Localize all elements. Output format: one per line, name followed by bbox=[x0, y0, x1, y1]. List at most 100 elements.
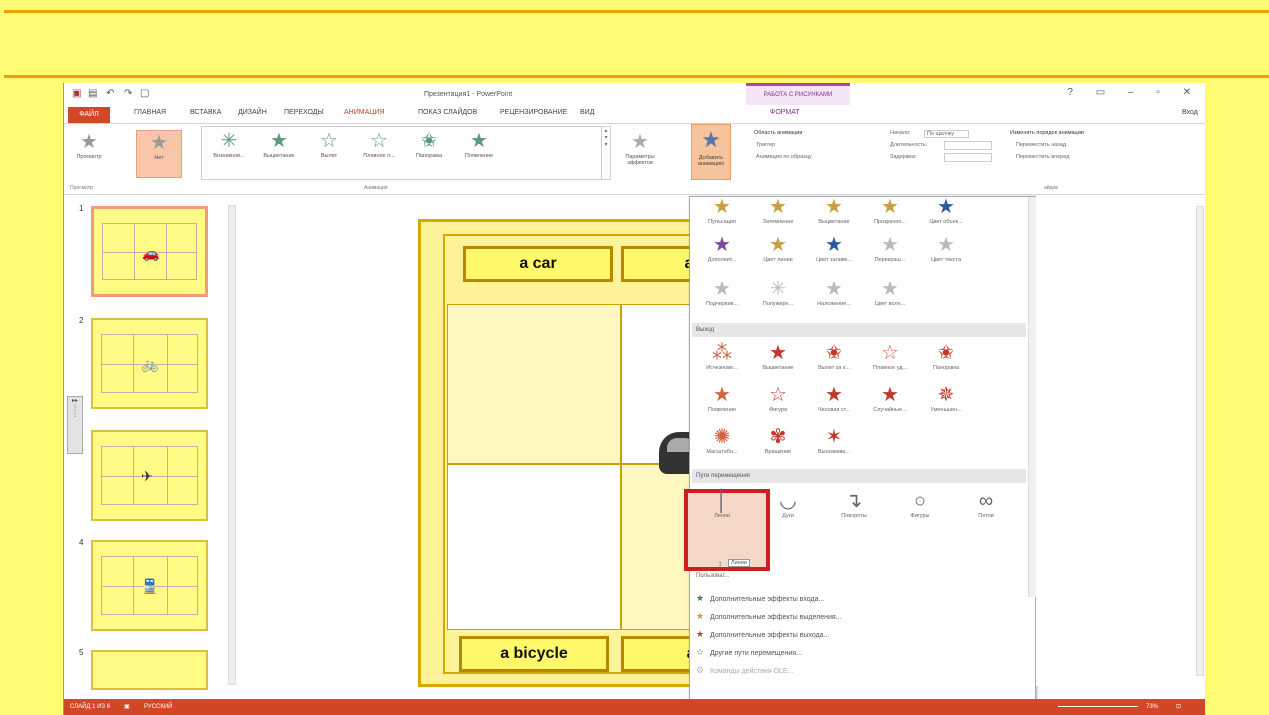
fill-color-star-icon: ★ bbox=[825, 234, 843, 256]
exit-zoom[interactable]: ✺ Масштабн... bbox=[694, 425, 750, 455]
font-color-star-icon: ★ bbox=[937, 234, 955, 256]
effect-darken[interactable]: ★ Затемнение bbox=[750, 195, 806, 225]
preview-button[interactable]: ★ Просмотр bbox=[66, 130, 112, 178]
tab-slideshow[interactable]: ПОКАЗ СЛАЙДОВ bbox=[418, 109, 477, 116]
exit-fade[interactable]: ★ Выцветание bbox=[750, 341, 806, 371]
exit-float-out[interactable]: ☆ Плавное уд... bbox=[862, 341, 918, 371]
gallery-appear[interactable]: ✳ Возникнов... bbox=[206, 129, 252, 177]
zoom-slider[interactable] bbox=[1058, 706, 1138, 707]
label-a-bicycle[interactable]: a bicycle bbox=[459, 636, 609, 672]
object-color-star-icon: ★ bbox=[937, 196, 955, 218]
effect-label: Появление bbox=[707, 407, 737, 413]
slide-thumbnail-4[interactable]: 🚆 bbox=[91, 540, 208, 631]
exit-bounce[interactable]: ✶ Выскакива... bbox=[806, 425, 862, 455]
main-scrollbar[interactable] bbox=[1196, 206, 1204, 676]
effect-object-color[interactable]: ★ Цвет объек... bbox=[918, 195, 974, 225]
gallery-fade[interactable]: ★ Выцветание bbox=[256, 129, 302, 177]
menu-scrollbar[interactable] bbox=[1028, 197, 1036, 597]
animation-painter-button[interactable]: Анимация по образцу bbox=[756, 154, 812, 160]
animation-pane-button[interactable]: Область анимации bbox=[754, 130, 802, 136]
trigger-button[interactable]: Триггер bbox=[756, 142, 775, 148]
exit-fly-out[interactable]: ✬ Вылет за к... bbox=[806, 341, 862, 371]
duration-input[interactable] bbox=[944, 141, 992, 150]
window-controls[interactable]: ? ▭ – ▫ ✕ bbox=[1067, 87, 1201, 98]
effect-label: Наложение... bbox=[817, 301, 851, 307]
preview-label: Просмотр bbox=[76, 154, 102, 160]
tab-transitions[interactable]: ПЕРЕХОДЫ bbox=[284, 109, 324, 116]
gallery-fly-in[interactable]: ☆ Вылет bbox=[306, 129, 352, 177]
move-later-button[interactable]: Переместить вперед bbox=[1016, 154, 1069, 160]
more-entrance-effects[interactable]: ★ Дополнительные эффекты входа... bbox=[696, 593, 824, 604]
effect-font-color[interactable]: ★ Цвет текста bbox=[918, 233, 974, 263]
grid-cell-bottom-left[interactable] bbox=[447, 464, 621, 630]
gallery-scroll[interactable]: ▴ ▾ ▾ bbox=[601, 127, 610, 179]
motion-shapes[interactable]: ○ Фигуры bbox=[892, 489, 948, 519]
effect-desaturate[interactable]: ★ Выцветание bbox=[806, 195, 862, 225]
effect-line-color[interactable]: ★ Цвет линии bbox=[750, 233, 806, 263]
delay-input[interactable] bbox=[944, 153, 992, 162]
effect-bold-flash[interactable]: ✳ Полужирн... bbox=[750, 277, 806, 307]
motion-lines[interactable]: │ Линии bbox=[694, 489, 750, 519]
collapse-pane-button[interactable]: ▸▸ ⋮ ⋮ bbox=[67, 396, 83, 454]
tab-insert[interactable]: ВСТАВКА bbox=[190, 109, 221, 116]
language-indicator[interactable]: РУССКИЙ bbox=[144, 699, 172, 715]
exit-shape[interactable]: ☆ Фигура bbox=[750, 383, 806, 413]
gallery-float-in[interactable]: ☆ Плавное п... bbox=[356, 129, 402, 177]
signin-link[interactable]: Вход bbox=[1182, 109, 1198, 116]
bold-flash-star-icon: ✳ bbox=[769, 278, 787, 300]
tab-home[interactable]: ГЛАВНАЯ bbox=[134, 109, 166, 116]
tab-design[interactable]: ДИЗАЙН bbox=[238, 109, 267, 116]
entrance-star-icon: ★ bbox=[696, 593, 705, 603]
label-a-car[interactable]: a car bbox=[463, 246, 613, 282]
motion-arcs[interactable]: ◡ Дуги bbox=[760, 489, 816, 519]
grid-cell-top-left[interactable] bbox=[447, 304, 621, 464]
exit-disappear[interactable]: ⁂ Исчезнове... bbox=[694, 341, 750, 371]
motion-loops[interactable]: ∞ Петли bbox=[958, 489, 1014, 519]
gallery-pan[interactable]: ✬ Панорама bbox=[406, 129, 452, 177]
title-bar: ▣ ▤ ↶ ↷ ▢ Презентация1 - PowerPoint РАБО… bbox=[64, 83, 1205, 105]
exit-pan[interactable]: ✬ Панорама bbox=[918, 341, 974, 371]
exit-random-bars[interactable]: ★ Случайные... bbox=[862, 383, 918, 413]
effect-underline[interactable]: ★ Подчеркив... bbox=[694, 277, 750, 307]
effect-wave[interactable]: ★ Цвет волн... bbox=[862, 277, 918, 307]
tab-format[interactable]: ФОРМАТ bbox=[770, 109, 800, 116]
start-slideshow-icon[interactable]: ▢ bbox=[140, 88, 149, 99]
exit-appear[interactable]: ★ Появление bbox=[694, 383, 750, 413]
move-earlier-button[interactable]: Переместить назад bbox=[1016, 142, 1066, 148]
tab-view[interactable]: ВИД bbox=[580, 109, 594, 116]
zoom-level[interactable]: 73% bbox=[1146, 699, 1158, 715]
fit-slide-icon[interactable]: ⊡ bbox=[1176, 699, 1181, 715]
effect-bold-reveal[interactable]: ★ Наложение... bbox=[806, 277, 862, 307]
more-motion-paths[interactable]: ☆ Другие пути перемещения... bbox=[696, 647, 802, 658]
slide-thumbnail-3[interactable]: ✈ bbox=[91, 430, 208, 521]
add-animation-button[interactable]: ★ Добавить анимацию bbox=[691, 124, 731, 180]
tab-animations[interactable]: АНИМАЦИЯ bbox=[344, 109, 385, 117]
motion-turns[interactable]: ↴ Повороты bbox=[826, 489, 882, 519]
animation-none-button[interactable]: ★ Нет bbox=[136, 130, 182, 178]
effect-complementary[interactable]: ★ Дополнит... bbox=[694, 233, 750, 263]
exit-wheel[interactable]: ★ Часовая ст... bbox=[806, 383, 862, 413]
effect-fill-color[interactable]: ★ Цвет заливк... bbox=[806, 233, 862, 263]
more-exit-effects[interactable]: ★ Дополнительные эффекты выхода... bbox=[696, 629, 829, 640]
thumb-number-5: 5 bbox=[79, 648, 84, 657]
custom-path-label[interactable]: Пользоват... bbox=[696, 573, 730, 579]
gallery-appear2[interactable]: ★ Появление bbox=[456, 129, 502, 177]
slide-thumbnail-5[interactable] bbox=[91, 650, 208, 690]
slide-thumbnail-1[interactable]: 🚗 bbox=[91, 206, 208, 297]
exit-shrink[interactable]: ✵ Уменьшен... bbox=[918, 383, 974, 413]
notes-icon[interactable]: ▣ bbox=[124, 699, 130, 715]
save-icon[interactable]: ▤ bbox=[88, 88, 97, 99]
effect-options-button[interactable]: ★ Параметры эффектов bbox=[617, 130, 663, 178]
exit-swivel[interactable]: ✾ Вращение bbox=[750, 425, 806, 455]
start-select[interactable]: По щелчку bbox=[924, 130, 970, 138]
effect-pulse[interactable]: ★ Пульсация bbox=[694, 195, 750, 225]
tab-review[interactable]: РЕЦЕНЗИРОВАНИЕ bbox=[500, 109, 567, 116]
undo-icon[interactable]: ↶ bbox=[106, 88, 114, 99]
ole-label: Команды действия OLE... bbox=[710, 668, 794, 675]
more-emphasis-effects[interactable]: ★ Дополнительные эффекты выделения... bbox=[696, 611, 842, 622]
thumbnails-scrollbar[interactable] bbox=[228, 205, 236, 685]
effect-transparency[interactable]: ★ Прозрачно... bbox=[862, 195, 918, 225]
slide-thumbnail-2[interactable]: 🚲 bbox=[91, 318, 208, 409]
redo-icon[interactable]: ↷ bbox=[124, 88, 132, 99]
effect-brush-color[interactable]: ★ Перекраш... bbox=[862, 233, 918, 263]
